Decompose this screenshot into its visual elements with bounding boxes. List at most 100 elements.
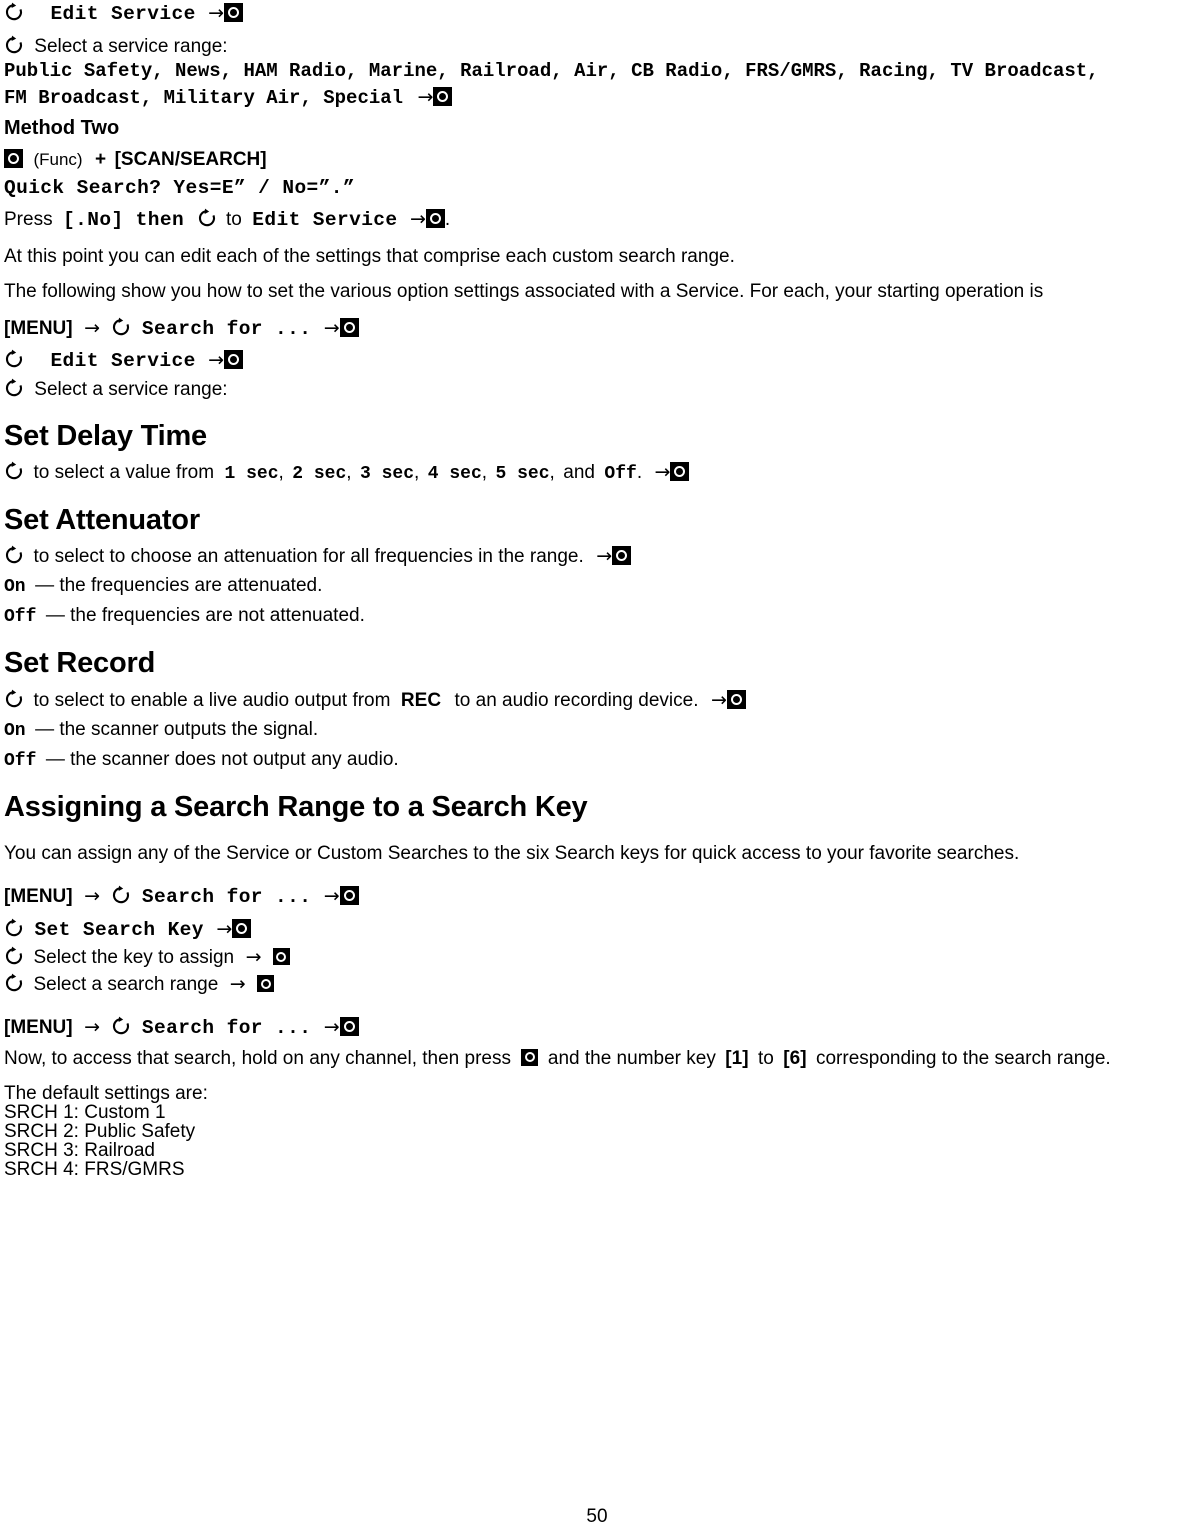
paragraph-option-settings: The following show you how to set the va… [4,280,1044,302]
right-arrow-icon: → [710,688,727,711]
search-for-label: Search for ... [141,317,312,340]
menu-key-label[interactable]: [MENU] [4,886,73,907]
rotate-knob-icon [4,349,24,370]
record-lead-a: to select to enable a live audio output … [33,689,391,711]
record-off-value: Off [4,750,37,771]
delay-off-value: Off [604,463,637,484]
scan-search-key-label[interactable]: [SCAN/SEARCH] [111,149,267,170]
nav-menu-search-for-3: [MENU] → Search for ... → [0,1016,1194,1039]
nav-select-service-range-text: Select a service range: [34,378,228,400]
access-lead-c: corresponding to the search range. [815,1047,1111,1069]
rotate-knob-icon [4,35,24,56]
right-arrow-icon: → [84,316,100,339]
attenuator-lead-text: to select to choose an attenuation for a… [33,546,584,568]
delay-value-3: 3 sec [360,463,415,484]
rotate-knob-icon [197,208,217,229]
defaults-item: SRCH 2: Public Safety [4,1120,196,1142]
nav-select-search-range: Select a search range → [0,973,1194,994]
right-arrow-icon: → [84,1016,100,1039]
e-button-icon[interactable] [339,1017,359,1037]
delay-value-5: 5 sec [495,463,550,484]
e-button-icon[interactable] [612,546,632,566]
paragraph-edit-settings: At this point you can edit each of the s… [4,245,735,267]
menu-key-label[interactable]: [MENU] [4,1017,73,1038]
right-arrow-icon: → [229,973,246,996]
rotate-knob-icon [111,885,131,906]
plus-sign: + [95,148,107,170]
attenuator-off-value: Off [4,607,37,628]
delay-value-4: 4 sec [427,463,482,484]
func-label: (Func) [33,149,83,169]
set-attenuator-instruction: to select to choose an attenuation for a… [0,545,1194,566]
press-word: Press [4,209,53,230]
right-arrow-icon: → [208,349,225,371]
attenuator-off-line: Off — the frequencies are not attenuated… [0,606,1194,626]
e-button-icon[interactable] [521,1048,539,1066]
service-range-list-line2: FM Broadcast, Military Air, Special → [0,86,1194,109]
delay-lead-text: to select a value from [33,461,215,483]
nav-set-search-key: Set Search Key → [0,918,1194,941]
edit-service-label: Edit Service [50,350,196,372]
attenuator-on-value: On [4,577,26,598]
rotate-knob-icon [4,946,24,967]
rotate-knob-icon [111,317,131,338]
edit-service-label: Edit Service [50,3,196,25]
record-on-line: On — the scanner outputs the signal. [0,720,1194,740]
e-button-icon[interactable] [433,86,453,106]
access-lead-a: Now, to access that search, hold on any … [4,1047,511,1069]
number-key-6-label[interactable]: [6] [778,1048,806,1069]
rotate-knob-icon [4,689,24,710]
e-button-icon[interactable] [339,886,359,906]
page-number: 50 [586,1506,608,1527]
service-range-list-line2-text: FM Broadcast, Military Air, Special [4,86,404,109]
attenuator-on-desc: — the frequencies are attenuated. [35,575,323,597]
e-button-icon[interactable] [425,209,445,228]
search-for-label: Search for ... [141,1017,312,1040]
nav-select-key-to-assign: Select the key to assign → [0,946,1194,967]
right-arrow-icon: → [323,316,340,339]
press-no-instruction: Press [.No] then to Edit Service →. [0,208,1194,231]
rec-label: REC [400,689,442,711]
e-button-icon[interactable] [339,317,359,337]
defaults-item: SRCH 1: Custom 1 [4,1101,166,1123]
e-button-icon[interactable] [257,975,275,993]
set-record-heading: Set Record [4,647,156,680]
manual-page: Edit Service → Select a service range: P… [0,0,1194,1534]
method-two-heading: Method Two [4,116,120,139]
record-lead-b: to an audio recording device. [454,689,699,711]
e-button-icon[interactable] [224,350,244,369]
e-button-icon[interactable] [232,918,252,938]
e-button-icon[interactable] [4,148,23,168]
e-button-icon[interactable] [272,948,290,966]
nav-menu-search-for-2: [MENU] → Search for ... → [0,885,1194,908]
right-arrow-icon: → [84,885,100,908]
record-on-value: On [4,720,26,741]
e-button-icon[interactable] [726,689,746,709]
right-arrow-icon: → [323,1016,340,1039]
set-delay-time-heading: Set Delay Time [4,419,207,452]
set-attenuator-heading: Set Attenuator [4,503,200,536]
record-off-desc: — the scanner does not output any audio. [45,748,399,770]
set-delay-time-instruction: to select a value from 1 sec, 2 sec, 3 s… [0,461,1194,483]
select-service-range-text: Select a service range: [34,35,228,57]
access-search-instruction: Now, to access that search, hold on any … [0,1047,1194,1069]
right-arrow-icon: → [208,2,225,24]
press-target-label: Edit Service [252,209,398,231]
search-for-label: Search for ... [141,886,312,909]
assigning-intro-paragraph: You can assign any of the Service or Cus… [4,843,1020,865]
e-button-icon[interactable] [670,461,690,481]
menu-key-label[interactable]: [MENU] [4,318,73,339]
nav-menu-search-for-1: [MENU] → Search for ... → [0,317,1194,340]
quick-search-prompt: Quick Search? Yes=E” / No=”.” [4,176,355,199]
right-arrow-icon: → [409,208,426,230]
access-to-word: to [757,1047,774,1069]
nav-edit-service: Edit Service → [0,349,1194,372]
press-to-word: to [225,209,242,230]
delay-value-2: 2 sec [292,463,347,484]
period-mark: . [444,209,451,230]
right-arrow-icon: → [323,885,340,908]
rotate-knob-icon [4,378,24,399]
defaults-item: SRCH 3: Railroad [4,1139,155,1161]
number-key-1-label[interactable]: [1] [720,1048,748,1069]
e-button-icon[interactable] [224,3,244,22]
